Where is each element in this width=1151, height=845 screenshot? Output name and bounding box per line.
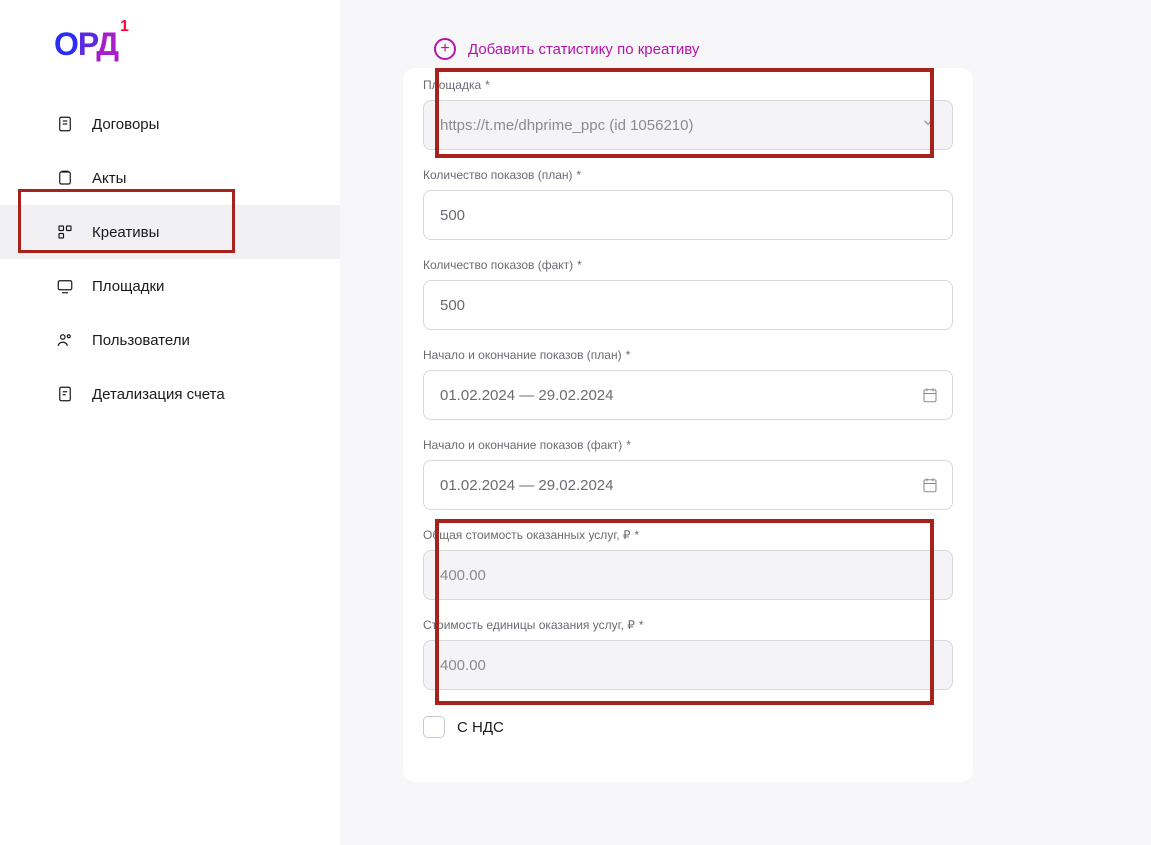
dates-fact-input[interactable]: [423, 460, 953, 510]
users-icon: [56, 331, 74, 349]
dates-plan-input[interactable]: [423, 370, 953, 420]
document-icon: [56, 115, 74, 133]
nav-label: Креативы: [92, 224, 159, 241]
nav-label: Договоры: [92, 116, 159, 133]
sidebar-item-acts[interactable]: Акты: [0, 151, 340, 205]
impressions-fact-label: Количество показов (факт)*: [423, 258, 953, 272]
unit-cost-label: Стоимость единицы оказания услуг, ₽*: [423, 618, 953, 632]
grid-icon: [56, 223, 74, 241]
dates-fact-label: Начало и окончание показов (факт)*: [423, 438, 953, 452]
platform-select-wrap: [423, 100, 953, 150]
nav-label: Акты: [92, 170, 126, 187]
nav: Договоры Акты Креативы Площадки Пользова…: [0, 97, 340, 421]
nav-label: Детализация счета: [92, 386, 225, 403]
vat-checkbox-row[interactable]: С НДС: [423, 716, 953, 738]
calendar-icon: [921, 386, 939, 404]
vat-checkbox[interactable]: [423, 716, 445, 738]
sidebar-item-contracts[interactable]: Договоры: [0, 97, 340, 151]
calendar-icon: [921, 476, 939, 494]
form: Площадка* Количество показов (план)* Кол…: [403, 78, 973, 738]
platform-select[interactable]: [423, 100, 953, 150]
receipt-icon: [56, 169, 74, 187]
logo-letter-r: Р: [78, 26, 96, 62]
sidebar-item-platforms[interactable]: Площадки: [0, 259, 340, 313]
total-cost-input[interactable]: [423, 550, 953, 600]
platform-label: Площадка*: [423, 78, 953, 92]
dates-plan-label: Начало и окончание показов (план)*: [423, 348, 953, 362]
sidebar-item-billing[interactable]: Детализация счета: [0, 367, 340, 421]
logo[interactable]: ОРД1: [54, 26, 340, 63]
nav-label: Пользователи: [92, 332, 190, 349]
invoice-icon: [56, 385, 74, 403]
monitor-icon: [56, 277, 74, 295]
logo-letter-o: О: [54, 26, 78, 62]
sidebar-item-users[interactable]: Пользователи: [0, 313, 340, 367]
sidebar: ОРД1 Договоры Акты Креативы Площадки Пол…: [0, 0, 340, 845]
sidebar-item-creatives[interactable]: Креативы: [0, 205, 340, 259]
impressions-plan-input[interactable]: [423, 190, 953, 240]
total-cost-label: Общая стоимость оказанных услуг, ₽*: [423, 528, 953, 542]
impressions-fact-input[interactable]: [423, 280, 953, 330]
logo-letter-d: Д: [96, 26, 118, 62]
logo-sup: 1: [120, 18, 128, 35]
nav-label: Площадки: [92, 278, 164, 295]
impressions-plan-label: Количество показов (план)*: [423, 168, 953, 182]
vat-label: С НДС: [457, 719, 504, 736]
form-card: Площадка* Количество показов (план)* Кол…: [403, 68, 973, 782]
main-area: Площадка* Количество показов (план)* Кол…: [340, 0, 1151, 845]
unit-cost-input[interactable]: [423, 640, 953, 690]
